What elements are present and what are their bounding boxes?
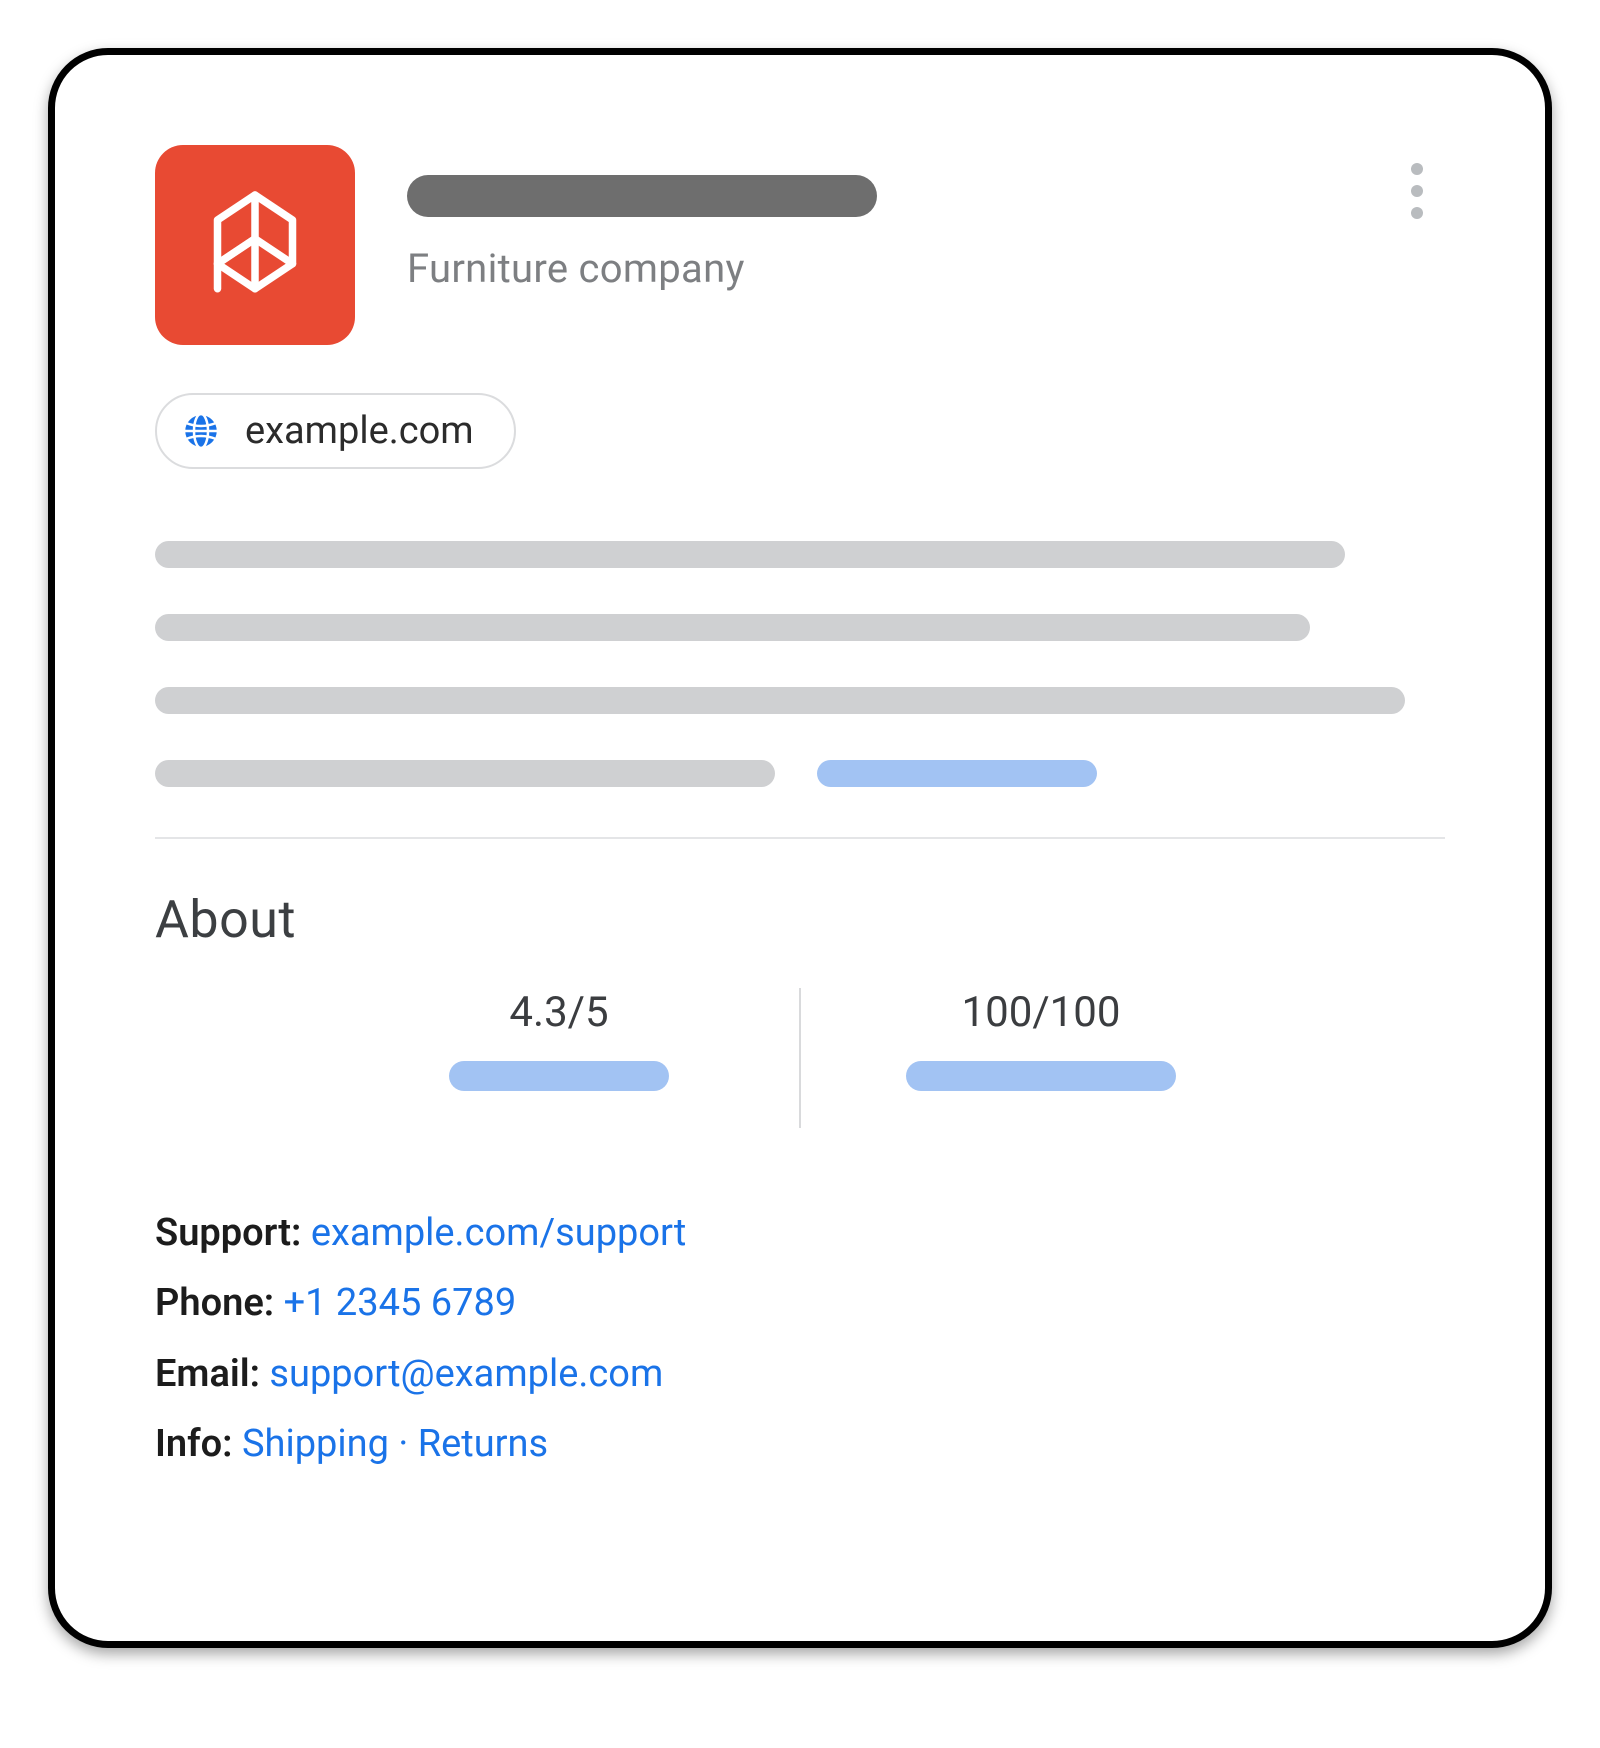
rating-label-placeholder[interactable]	[449, 1061, 669, 1091]
link-placeholder[interactable]	[817, 760, 1097, 787]
about-heading: About	[155, 889, 1445, 950]
info-row: Info: Shipping · Returns	[155, 1409, 1445, 1479]
kebab-dot-icon	[1411, 163, 1423, 175]
kebab-dot-icon	[1411, 207, 1423, 219]
description-placeholder-block	[155, 541, 1445, 787]
text-placeholder-line	[155, 760, 775, 787]
company-logo	[155, 145, 355, 345]
score-stat: 100/100	[801, 988, 1281, 1148]
score-value: 100/100	[962, 988, 1121, 1037]
company-name-placeholder	[407, 175, 877, 217]
title-column: Furniture company	[407, 145, 877, 292]
shipping-link[interactable]: Shipping	[242, 1422, 389, 1466]
text-placeholder-line	[155, 541, 1345, 568]
support-info-block: Support: example.com/support Phone: +1 2…	[155, 1198, 1445, 1479]
phone-link[interactable]: +1 2345 6789	[284, 1281, 517, 1325]
support-label: Support:	[155, 1211, 301, 1255]
company-category: Furniture company	[407, 245, 877, 292]
header: Furniture company	[155, 145, 1445, 345]
email-row: Email: support@example.com	[155, 1339, 1445, 1409]
section-divider	[155, 837, 1445, 839]
more-options-button[interactable]	[1397, 163, 1437, 219]
text-placeholder-line	[155, 614, 1310, 641]
phone-row: Phone: +1 2345 6789	[155, 1268, 1445, 1338]
info-separator: ·	[389, 1422, 418, 1466]
chair-icon	[190, 170, 320, 320]
email-link[interactable]: support@example.com	[269, 1352, 663, 1396]
rating-value: 4.3/5	[509, 988, 608, 1037]
returns-link[interactable]: Returns	[418, 1422, 548, 1466]
info-label: Info:	[155, 1422, 233, 1466]
kebab-dot-icon	[1411, 185, 1423, 197]
website-chip[interactable]: example.com	[155, 393, 516, 469]
phone-label: Phone:	[155, 1281, 274, 1325]
text-placeholder-line	[155, 687, 1405, 714]
stats-row: 4.3/5 100/100	[155, 988, 1445, 1148]
support-row: Support: example.com/support	[155, 1198, 1445, 1268]
email-label: Email:	[155, 1352, 260, 1396]
support-link[interactable]: example.com/support	[311, 1211, 686, 1255]
score-label-placeholder[interactable]	[906, 1061, 1176, 1091]
website-domain: example.com	[245, 409, 474, 453]
rating-stat: 4.3/5	[319, 988, 799, 1148]
knowledge-panel-card: Furniture company example.com About	[48, 48, 1552, 1648]
globe-icon	[181, 411, 221, 451]
